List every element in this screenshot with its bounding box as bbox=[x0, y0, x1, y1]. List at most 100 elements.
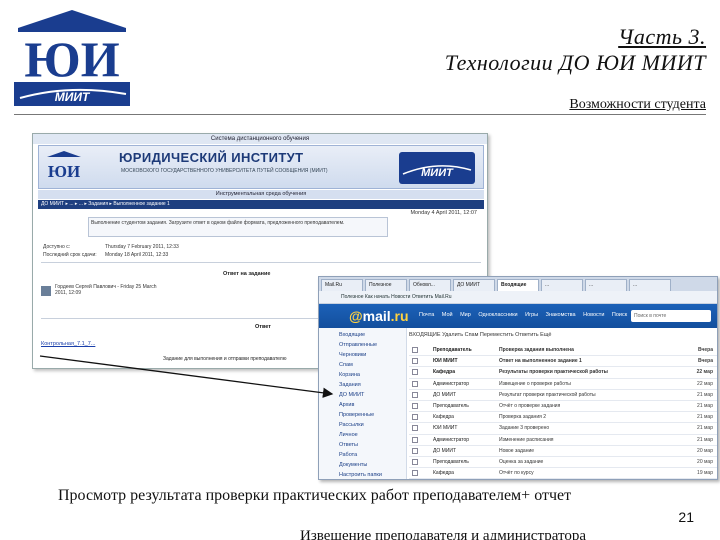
miit-logo-icon: МИИТ bbox=[399, 152, 475, 184]
message-subject: Извещение о проверке работы bbox=[499, 380, 571, 387]
message-from: ДО МИИТ bbox=[433, 391, 457, 398]
sidebar-folder[interactable]: Отправленные bbox=[339, 342, 377, 348]
message-row[interactable]: Преподаватель Оценка за задание 20 мар bbox=[409, 457, 717, 469]
message-from: ЮИ МИИТ bbox=[433, 425, 458, 432]
mail-toolbar[interactable]: ВХОДЯЩИЕ Удалить Спам Переместить Ответи… bbox=[409, 332, 717, 343]
sidebar-folder[interactable]: Настроить папки bbox=[339, 472, 382, 478]
message-subject: Проверка задания 2 bbox=[499, 414, 546, 421]
message-checkbox[interactable] bbox=[412, 358, 418, 365]
lms-banner: ЮИ ЮРИДИЧЕСКИЙ ИНСТИТУТ МОСКОВСКОГО ГОСУ… bbox=[38, 145, 484, 189]
message-checkbox[interactable] bbox=[412, 369, 418, 376]
sidebar-folder[interactable]: ДО МИИТ bbox=[339, 392, 364, 398]
divider bbox=[41, 262, 481, 263]
available-value: Thursday 7 February 2011, 12:33 bbox=[105, 244, 179, 250]
bookmarks-bar[interactable]: Полезное Как начать Новости Ответить Mai… bbox=[319, 291, 717, 304]
message-checkbox[interactable] bbox=[412, 391, 418, 398]
mail-search-input[interactable]: Поиск в почте bbox=[631, 310, 711, 322]
mail-sidebar: Входящие Отправленные Черновики Спам Кор… bbox=[319, 328, 407, 479]
message-checkbox[interactable] bbox=[412, 380, 418, 387]
browser-tab[interactable]: ... bbox=[629, 279, 671, 291]
answer-file-link[interactable]: Контрольная_7.1_7... bbox=[41, 341, 95, 347]
message-checkbox[interactable] bbox=[412, 425, 418, 432]
svg-text:ЮИ: ЮИ bbox=[48, 162, 80, 181]
lms-breadcrumb[interactable]: ДО МИИТ ▸ ... ▸ ... ▸ Задания ▸ Выполнен… bbox=[38, 200, 484, 209]
page-number: 21 bbox=[678, 509, 694, 525]
message-from: Кафедра bbox=[433, 369, 455, 376]
institute-name: ЮРИДИЧЕСКИЙ ИНСТИТУТ bbox=[119, 150, 304, 165]
message-from: Администратор bbox=[433, 436, 470, 443]
message-subject: Задание 3 проверено bbox=[499, 425, 550, 432]
sidebar-folder[interactable]: Ответы bbox=[339, 442, 358, 448]
message-checkbox[interactable] bbox=[412, 414, 418, 421]
sidebar-folder[interactable]: Входящие bbox=[339, 332, 365, 338]
part-title: Часть 3. bbox=[618, 24, 706, 49]
message-row[interactable]: Преподаватель Отчёт о проверке задания 21 … bbox=[409, 401, 717, 413]
message-checkbox[interactable] bbox=[412, 347, 418, 353]
browser-tab-active[interactable]: Входящие bbox=[497, 279, 539, 291]
svg-text:МИИТ: МИИТ bbox=[55, 90, 91, 104]
sidebar-folder[interactable]: Проверенные bbox=[339, 412, 374, 418]
message-list: Преподаватель Проверка задания выполнена В… bbox=[409, 345, 717, 479]
deadline-label: Последний срок сдачи: bbox=[43, 252, 97, 258]
avatar bbox=[41, 286, 51, 296]
message-row[interactable]: ЮИ МИИТ Задание 3 проверено 21 мар bbox=[409, 423, 717, 435]
message-row[interactable]: Кафедра Отчёт по курсу 19 мар bbox=[409, 468, 717, 479]
sidebar-folder[interactable]: Документы bbox=[339, 462, 367, 468]
mailru-logo[interactable]: @mail.ru bbox=[349, 308, 409, 324]
sidebar-folder[interactable]: Личное bbox=[339, 432, 358, 438]
message-from: ДО МИИТ bbox=[433, 447, 457, 454]
message-row[interactable]: ЮИ МИИТ Ответ на выполненное задание 1 Вче… bbox=[409, 356, 717, 368]
message-checkbox[interactable] bbox=[412, 402, 418, 409]
sidebar-folder[interactable]: Архив bbox=[339, 402, 354, 408]
browser-tab[interactable]: Mail.Ru bbox=[321, 279, 363, 291]
svg-text:ЮИ: ЮИ bbox=[24, 31, 119, 87]
browser-tab[interactable]: ... bbox=[585, 279, 627, 291]
yui-miit-logo: ЮИ МИИТ bbox=[14, 10, 130, 106]
message-from: Преподаватель bbox=[433, 458, 469, 465]
available-label: Доступно с: bbox=[43, 244, 71, 250]
message-checkbox[interactable] bbox=[412, 436, 418, 443]
answer-label: Ответ bbox=[255, 324, 271, 330]
message-date: 20 мар bbox=[697, 447, 713, 454]
browser-tab[interactable]: Обновл... bbox=[409, 279, 451, 291]
lms-env-bar: Инструментальная среда обучения bbox=[38, 190, 484, 199]
institute-subtitle: МОСКОВСКОГО ГОСУДАРСТВЕННОГО УНИВЕРСИТЕТ… bbox=[121, 168, 328, 174]
message-subject: Отчёт о проверке задания bbox=[499, 402, 561, 409]
sidebar-folder[interactable]: Корзина bbox=[339, 372, 360, 378]
header-divider bbox=[14, 114, 706, 115]
message-date: 19 мар bbox=[697, 470, 713, 477]
sidebar-folder[interactable]: Работа bbox=[339, 452, 357, 458]
message-row[interactable]: Администратор Изменение расписания 21 мар bbox=[409, 435, 717, 446]
lms-date: Monday 4 April 2011, 12:07 bbox=[410, 210, 477, 216]
message-subject: Ответ на выполненное задание 1 bbox=[499, 358, 582, 365]
browser-tab[interactable]: ... bbox=[541, 279, 583, 291]
message-subject: Проверка задания выполнена bbox=[499, 347, 574, 353]
sidebar-folder[interactable]: Задания bbox=[339, 382, 361, 388]
message-checkbox[interactable] bbox=[412, 447, 418, 454]
message-from: ЮИ МИИТ bbox=[433, 358, 458, 365]
message-date: 22 мар bbox=[697, 380, 713, 387]
sidebar-folder[interactable]: Рассылки bbox=[339, 422, 364, 428]
message-row[interactable]: ДО МИИТ Результат проверки практической р… bbox=[409, 390, 717, 401]
sidebar-folder[interactable]: Черновики bbox=[339, 352, 366, 358]
message-row[interactable]: Кафедра Результаты проверки практической … bbox=[409, 367, 717, 379]
browser-tab[interactable]: ДО МИИТ bbox=[453, 279, 495, 291]
message-row[interactable]: Администратор Извещение о проверке работы… bbox=[409, 379, 717, 390]
message-row[interactable]: Преподаватель Проверка задания выполнена В… bbox=[409, 345, 717, 357]
message-row[interactable]: Кафедра Проверка задания 2 21 мар bbox=[409, 412, 717, 424]
message-checkbox[interactable] bbox=[412, 458, 418, 465]
lms-top-bar: Система дистанционного обучения bbox=[33, 134, 487, 144]
message-subject: Оценка за задание bbox=[499, 458, 544, 465]
browser-tab[interactable]: Полезное bbox=[365, 279, 407, 291]
slide-caption: Просмотр результата проверки практически… bbox=[58, 487, 572, 504]
sidebar-folder[interactable]: Спам bbox=[339, 362, 353, 368]
assignment-description: Выполнение студентом задания. Загрузите … bbox=[88, 217, 388, 237]
slide-title: Технологии ДО ЮИ МИИТ bbox=[444, 50, 706, 75]
message-checkbox[interactable] bbox=[412, 470, 418, 477]
message-from: Администратор bbox=[433, 380, 470, 387]
message-from: Кафедра bbox=[433, 470, 454, 477]
message-row[interactable]: ДО МИИТ Новое задание 20 мар bbox=[409, 446, 717, 457]
message-from: Преподаватель bbox=[433, 402, 469, 409]
message-subject: Изменение расписания bbox=[499, 436, 554, 443]
logo-mail-text: mail bbox=[362, 308, 391, 324]
